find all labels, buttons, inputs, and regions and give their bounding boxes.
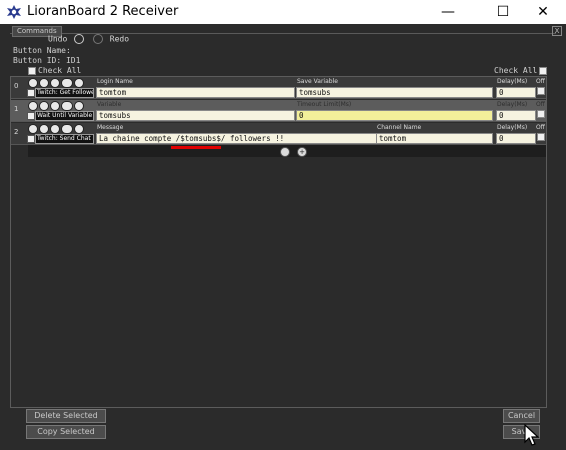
panel-close-button[interactable]: X [552, 26, 562, 36]
delete-icon[interactable] [39, 78, 49, 88]
cancel-button[interactable]: Cancel [503, 409, 540, 423]
command-row-2[interactable]: 2 Twitch: Send Chat Message Message La c… [11, 123, 546, 145]
row-tools [28, 78, 84, 88]
row-tools [28, 124, 84, 134]
copy-icon[interactable] [50, 124, 60, 134]
move-up-icon[interactable] [61, 124, 73, 134]
field1-label: Variable [97, 101, 122, 108]
off-label: Off [536, 101, 545, 108]
row-select-checkbox[interactable] [27, 135, 35, 143]
mouse-cursor-icon [524, 424, 540, 446]
delay-label: Delay(Ms) [497, 101, 528, 108]
button-id-text: Button ID: ID1 [13, 56, 81, 65]
command-type-select[interactable]: Wait Until Variable Exists [35, 111, 94, 121]
move-down-icon[interactable] [74, 78, 84, 88]
off-label: Off [536, 124, 545, 131]
row-index: 0 [14, 82, 19, 90]
title-bar: LioranBoard 2 Receiver — ☐ ✕ [0, 0, 566, 24]
move-up-icon[interactable] [61, 101, 73, 111]
row-index: 1 [14, 105, 19, 113]
close-window-button[interactable]: ✕ [520, 0, 566, 24]
window-title: LioranBoard 2 Receiver [27, 4, 179, 19]
move-down-icon[interactable] [74, 124, 84, 134]
commands-panel: Commands X Undo Redo Button Name: Button… [0, 24, 566, 450]
copy-icon[interactable] [50, 101, 60, 111]
row-select-checkbox[interactable] [27, 89, 35, 97]
off-checkbox[interactable] [537, 110, 545, 118]
field2-label: Save Variable [297, 78, 338, 85]
command-row-1[interactable]: 1 Wait Until Variable Exists Variable to… [11, 100, 546, 122]
timeout-limit-input[interactable]: 0 [296, 110, 493, 121]
delete-selected-button[interactable]: Delete Selected [26, 409, 106, 423]
command-type-select[interactable]: Twitch: Get Follower [35, 88, 94, 98]
command-row-0[interactable]: 0 Twitch: Get Follower Login Name tomtom… [11, 77, 546, 99]
undo-redo-bar: Undo Redo [48, 34, 129, 44]
check-all-left-checkbox[interactable] [28, 66, 36, 75]
row-index: 2 [14, 128, 19, 136]
move-up-icon[interactable] [61, 78, 73, 88]
redo-icon[interactable] [92, 34, 103, 44]
row-tools [28, 101, 84, 111]
channel-name-input[interactable]: tomtom [376, 133, 493, 144]
redo-button[interactable]: Redo [110, 35, 129, 44]
delay-label: Delay(Ms) [497, 78, 528, 85]
check-all-right[interactable]: Check All [494, 66, 548, 75]
move-down-icon[interactable] [74, 101, 84, 111]
message-input[interactable]: La chaine compte /$tomsubs$/ followers !… [96, 133, 377, 144]
delay-label: Delay(Ms) [497, 124, 528, 131]
delete-icon[interactable] [39, 124, 49, 134]
move-icon[interactable] [28, 124, 38, 134]
variable-input[interactable]: tomsubs [96, 110, 295, 121]
off-checkbox[interactable] [537, 133, 545, 141]
copy-icon[interactable] [50, 78, 60, 88]
undo-icon[interactable] [74, 34, 85, 44]
field1-label: Login Name [97, 78, 133, 85]
field1-label: Message [97, 124, 124, 131]
save-variable-input[interactable]: tomsubs [296, 87, 493, 98]
field2-label: Channel Name [377, 124, 422, 131]
delete-icon[interactable] [39, 101, 49, 111]
command-type-select[interactable]: Twitch: Send Chat Message [35, 134, 94, 144]
delay-input[interactable]: 0 [496, 110, 536, 121]
off-checkbox[interactable] [537, 87, 545, 95]
lioranboard-logo-icon [7, 5, 21, 19]
off-label: Off [536, 78, 545, 85]
check-all-left-label: Check All [38, 66, 82, 75]
command-list: 0 Twitch: Get Follower Login Name tomtom… [10, 76, 547, 408]
move-icon[interactable] [28, 101, 38, 111]
row-select-checkbox[interactable] [27, 112, 35, 120]
field2-label: Timeout Limit(Ms) [297, 101, 352, 108]
check-all-left[interactable]: Check All [28, 66, 81, 75]
delay-input[interactable]: 0 [496, 133, 536, 144]
highlight-underline [171, 146, 221, 149]
move-icon[interactable] [28, 78, 38, 88]
check-all-right-label: Check All [494, 66, 538, 75]
paste-command-icon[interactable] [280, 147, 290, 157]
check-all-right-checkbox[interactable] [539, 66, 548, 75]
login-name-input[interactable]: tomtom [96, 87, 295, 98]
add-command-icon[interactable]: + [297, 147, 307, 157]
button-name-text: Button Name: [13, 46, 71, 55]
copy-selected-button[interactable]: Copy Selected [26, 425, 106, 439]
add-command-bar: + [28, 145, 546, 157]
delay-input[interactable]: 0 [496, 87, 536, 98]
undo-button[interactable]: Undo [48, 35, 67, 44]
minimize-button[interactable]: — [425, 0, 471, 24]
